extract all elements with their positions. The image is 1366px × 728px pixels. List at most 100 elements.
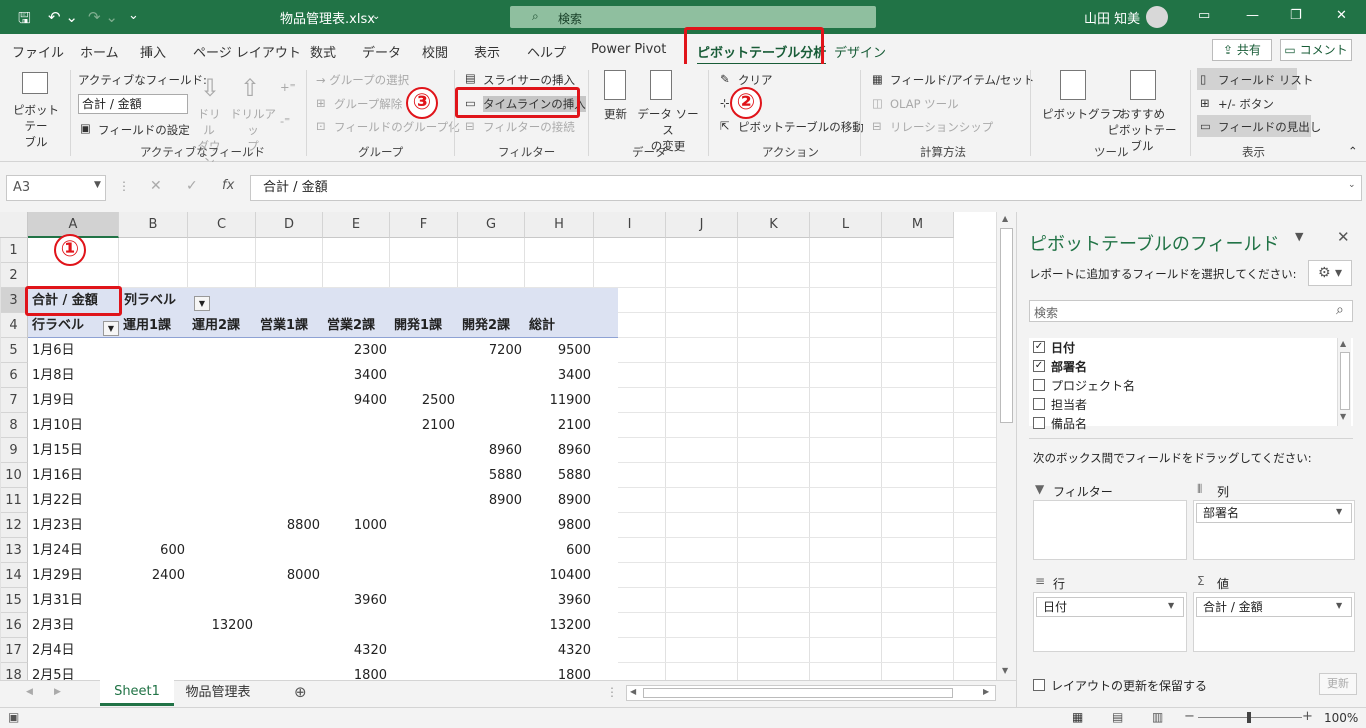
pivot-column-header[interactable]: 運用2課 xyxy=(192,313,254,338)
row-header[interactable]: 18 xyxy=(0,663,28,680)
column-field-department[interactable]: 部署名 xyxy=(1196,503,1352,523)
column-header[interactable]: F xyxy=(390,212,458,238)
pivot-column-labels[interactable]: 列ラベル xyxy=(124,288,204,313)
row-header[interactable]: 7 xyxy=(0,388,28,413)
pivot-row-label[interactable]: 1月29日 xyxy=(32,563,118,588)
h-scroll-thumb[interactable] xyxy=(643,688,953,698)
field-scroll-down-icon[interactable]: ▼ xyxy=(1340,412,1346,421)
tab-power-pivot[interactable]: Power Pivot xyxy=(591,42,666,57)
filter-zone[interactable] xyxy=(1033,500,1187,560)
row-filter-dropdown[interactable]: ▼ xyxy=(103,321,119,336)
panel-settings-gear-icon[interactable]: ⚙ ▾ xyxy=(1308,260,1352,286)
name-box-dropdown-icon[interactable]: ▼ xyxy=(94,180,101,190)
filename-chevron-icon[interactable]: ⌄ xyxy=(372,11,380,22)
pivot-value-cell[interactable]: 11900 xyxy=(527,388,591,413)
zoom-level[interactable]: 100% xyxy=(1324,711,1358,725)
pivot-row-label[interactable]: 2月3日 xyxy=(32,613,118,638)
next-sheet-icon[interactable]: ▶ xyxy=(54,687,61,697)
filter-connection-button[interactable]: フィルターの接続 xyxy=(483,119,575,135)
tab-view[interactable]: 表示 xyxy=(474,42,500,61)
column-header[interactable]: J xyxy=(666,212,738,238)
row-header[interactable]: 14 xyxy=(0,563,28,588)
close-icon[interactable]: ✕ xyxy=(1336,8,1347,23)
column-header[interactable]: B xyxy=(119,212,188,238)
quick-access-menu-icon[interactable]: ⌄ xyxy=(128,8,139,23)
add-sheet-icon[interactable]: ⊕ xyxy=(294,683,307,701)
tab-design[interactable]: デザイン xyxy=(834,42,886,61)
row-header[interactable]: 2 xyxy=(0,263,28,288)
ungroup-button[interactable]: グループ解除 xyxy=(334,96,402,112)
normal-view-icon[interactable]: ▦ xyxy=(1072,710,1083,724)
pivot-value-cell[interactable]: 8900 xyxy=(527,488,591,513)
pivot-row-label[interactable]: 1月6日 xyxy=(32,338,118,363)
column-header[interactable]: C xyxy=(188,212,256,238)
page-break-view-icon[interactable]: ▥ xyxy=(1152,710,1163,724)
values-zone[interactable]: 合計 / 金額 ▼ xyxy=(1193,592,1355,652)
field-name[interactable]: 日付 xyxy=(1051,339,1075,356)
page-layout-view-icon[interactable]: ▤ xyxy=(1112,710,1123,724)
tab-insert[interactable]: 挿入 xyxy=(140,42,166,61)
column-header[interactable]: L xyxy=(810,212,882,238)
pivot-value-cell[interactable]: 4320 xyxy=(325,638,387,663)
macro-record-icon[interactable]: ▣ xyxy=(8,710,19,724)
horizontal-scrollbar[interactable]: ◀ ▶ xyxy=(626,685,996,701)
pivot-value-cell[interactable]: 5880 xyxy=(460,463,522,488)
pivot-value-cell[interactable]: 13200 xyxy=(190,613,253,638)
split-handle-icon[interactable]: ⋮ xyxy=(606,685,618,699)
field-checkbox[interactable] xyxy=(1033,417,1045,429)
pivot-value-cell[interactable]: 2100 xyxy=(392,413,455,438)
pivot-value-cell[interactable]: 3400 xyxy=(527,363,591,388)
field-scroll-thumb[interactable] xyxy=(1340,352,1350,410)
pivot-value-cell[interactable]: 2500 xyxy=(392,388,455,413)
pivot-column-header[interactable]: 総計 xyxy=(529,313,592,338)
pivot-value-cell[interactable]: 1800 xyxy=(325,663,387,680)
relationships-button[interactable]: リレーションシップ xyxy=(890,119,993,135)
pivot-row-label[interactable]: 1月31日 xyxy=(32,588,118,613)
row-header[interactable]: 10 xyxy=(0,463,28,488)
pivot-value-cell[interactable]: 13200 xyxy=(527,613,591,638)
field-name[interactable]: プロジェクト名 xyxy=(1051,377,1135,394)
olap-tools-button[interactable]: OLAP ツール xyxy=(890,96,959,112)
pivot-column-header[interactable]: 運用1課 xyxy=(123,313,186,338)
panel-options-icon[interactable]: ▼ xyxy=(1295,230,1303,243)
redo-icon[interactable]: ↷ ⌄ xyxy=(88,8,118,26)
pivot-value-cell[interactable]: 7200 xyxy=(460,338,522,363)
row-header[interactable]: 9 xyxy=(0,438,28,463)
insert-function-icon[interactable]: fx xyxy=(222,178,234,193)
row-header[interactable]: 4 xyxy=(0,313,28,338)
pivot-value-cell[interactable]: 8000 xyxy=(258,563,320,588)
pivottable-button[interactable]: ピボットテー ブル xyxy=(8,102,64,150)
pivot-value-cell[interactable]: 2400 xyxy=(121,563,185,588)
pivot-value-cell[interactable]: 3960 xyxy=(527,588,591,613)
pivot-value-cell[interactable]: 1800 xyxy=(527,663,591,680)
scroll-thumb[interactable] xyxy=(1000,228,1013,423)
vertical-scrollbar[interactable]: ▲ ▼ xyxy=(996,212,1016,680)
group-field-button[interactable]: フィールドのグループ化 xyxy=(334,119,460,135)
column-header[interactable]: K xyxy=(738,212,810,238)
row-header[interactable]: 1 xyxy=(0,238,28,263)
field-settings-button[interactable]: フィールドの設定 xyxy=(98,122,190,138)
sheet-tab-sheet1[interactable]: Sheet1 xyxy=(100,680,174,706)
update-button[interactable]: 更新 xyxy=(1319,673,1357,695)
active-field-input[interactable]: 合計 / 金額 xyxy=(78,94,188,114)
pivot-row-label[interactable]: 2月4日 xyxy=(32,638,118,663)
field-name[interactable]: 備品名 xyxy=(1051,415,1087,432)
cancel-icon[interactable]: ✕ xyxy=(150,178,162,194)
pivot-row-label[interactable]: 1月10日 xyxy=(32,413,118,438)
field-checkbox[interactable] xyxy=(1033,379,1045,391)
comment-button[interactable]: ▭ コメント xyxy=(1280,39,1352,61)
field-list-scrollbar[interactable]: ▲ ▼ xyxy=(1337,338,1351,426)
pivot-value-cell[interactable]: 9800 xyxy=(527,513,591,538)
columns-zone[interactable]: 部署名 ▼ xyxy=(1193,500,1355,560)
pivot-value-cell[interactable]: 9500 xyxy=(527,338,591,363)
row-field-date[interactable]: 日付 xyxy=(1036,597,1184,617)
column-header[interactable]: D xyxy=(256,212,323,238)
row-header[interactable]: 11 xyxy=(0,488,28,513)
field-checkbox[interactable] xyxy=(1033,398,1045,410)
pivot-column-header[interactable]: 開発2課 xyxy=(462,313,523,338)
row-header[interactable]: 17 xyxy=(0,638,28,663)
pivot-value-cell[interactable]: 1000 xyxy=(325,513,387,538)
refresh-button[interactable]: 更新 xyxy=(604,106,627,122)
select-all-corner[interactable] xyxy=(0,212,28,238)
row-header[interactable]: 12 xyxy=(0,513,28,538)
